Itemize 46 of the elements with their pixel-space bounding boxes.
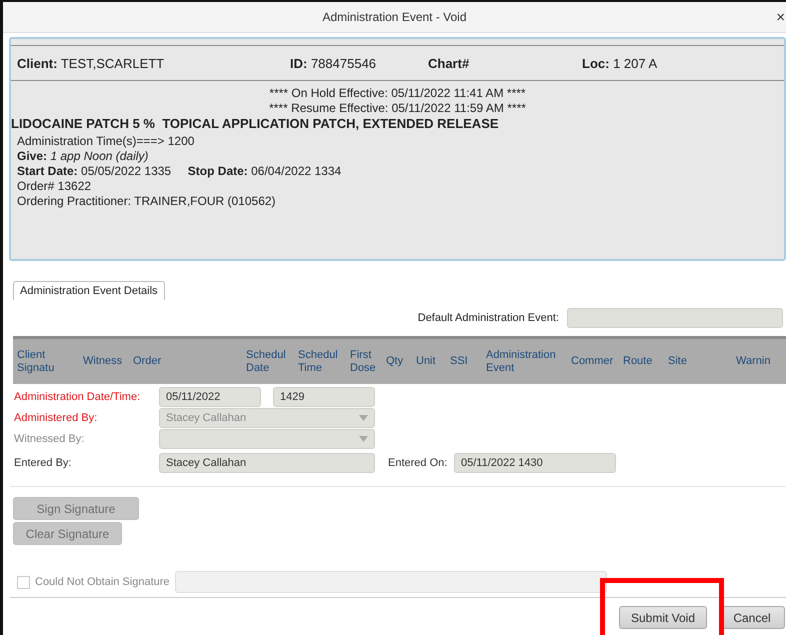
dropdown[interactable] — [159, 428, 375, 448]
medication-name: LIDOCAINE PATCH 5 % TOPICAL APPLICATION PATCH, EXTENDED RELEASE — [11, 116, 499, 132]
column-header[interactable]: SSI — [450, 355, 468, 368]
caret-icon — [359, 436, 368, 442]
client-info-field: Loc: 1 207 A — [582, 56, 658, 70]
column-header[interactable]: Site — [668, 355, 687, 368]
order-detail: Order# 13622 — [17, 179, 92, 194]
column-header[interactable]: Route — [623, 355, 652, 368]
field-label: Default Administration Event: — [418, 312, 559, 324]
order-detail: Administration Time(s)===> 1200 — [17, 134, 194, 149]
order-detail: Start Date: 05/05/2022 1335 Stop Date: 06/04/2022 1334 — [17, 164, 342, 179]
order-detail: Give: 1 app Noon (daily) — [17, 149, 148, 164]
column-header[interactable]: First Dose — [350, 348, 376, 374]
reason-field[interactable] — [174, 571, 607, 593]
column-header[interactable]: Schedul Time — [298, 348, 338, 374]
submit-button[interactable]: Submit Void — [619, 606, 707, 629]
column-header[interactable]: Witness — [83, 355, 122, 368]
field-label: Entered By: — [14, 456, 72, 468]
client-info-field: ID: 788475546 — [290, 56, 428, 70]
field-label: Entered On: — [388, 456, 448, 468]
column-header[interactable]: Administration Event — [486, 348, 556, 374]
field-label: Witnessed By: — [14, 432, 84, 444]
client-info-field: Chart# — [428, 56, 582, 70]
column-header[interactable]: Qty — [386, 355, 404, 368]
field-label: Administered By: — [14, 412, 98, 424]
order-detail: Ordering Practitioner: TRAINER,FOUR (010562) — [17, 194, 276, 209]
column-header[interactable]: Order — [133, 355, 162, 368]
column-header[interactable]: Unit — [416, 355, 436, 368]
hold-notice: **** Resume Effective: 05/11/2022 11:59 AM **** — [269, 101, 526, 116]
column-header[interactable]: Client Signatu — [17, 348, 54, 374]
field-label: Administration Date/Time: — [14, 390, 140, 402]
time-field[interactable]: 1429 — [273, 386, 375, 406]
checkbox-label: Could Not Obtain Signature — [35, 576, 170, 588]
client-info-field: Client: TEST,SCARLETT — [17, 56, 290, 70]
caret-icon — [359, 414, 368, 420]
column-header[interactable]: Commer — [571, 355, 614, 368]
tab[interactable]: Administration Event Details — [13, 281, 165, 300]
dropdown[interactable]: Stacey Callahan — [159, 408, 375, 428]
window-title: Administration Event - Void — [322, 10, 467, 24]
close-button[interactable]: × — [776, 9, 785, 26]
column-header[interactable]: Warnin — [736, 355, 770, 368]
column-header[interactable]: Schedul Date — [246, 348, 286, 374]
hold-notice: **** On Hold Effective: 05/11/2022 11:41 AM **** — [269, 86, 526, 101]
date-field[interactable]: 05/11/2022 — [159, 386, 261, 406]
default-event-dropdown[interactable] — [567, 308, 783, 328]
checkbox[interactable] — [17, 576, 30, 588]
